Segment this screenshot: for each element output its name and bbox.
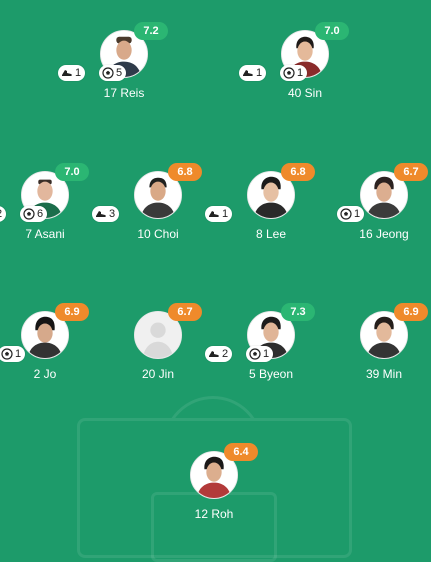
assists-badge: 1 [239, 65, 267, 81]
player-name: 10 Choi [137, 227, 179, 241]
assists-count: 1 [75, 67, 82, 79]
player-asani[interactable]: 7.0 2 6 7 Asani [0, 163, 100, 261]
player-byeon[interactable]: 7.3 2 1 5 Byeon [205, 303, 326, 401]
rating-badge: 7.2 [134, 22, 168, 40]
player-name: 8 Lee [255, 227, 287, 241]
rating-badge: 7.0 [315, 22, 349, 40]
boot-icon [243, 70, 253, 76]
player-sin[interactable]: 7.0 1 1 40 Sin [239, 22, 360, 120]
rating-badge: 6.8 [168, 163, 202, 181]
goals-count: 5 [116, 67, 123, 79]
assists-badge: 1 [58, 65, 86, 81]
boot-icon [96, 211, 106, 217]
football-icon [102, 67, 114, 79]
assists-count: 1 [256, 67, 263, 79]
assists-badge: 3 [92, 206, 120, 222]
assists-count: 2 [222, 348, 229, 360]
player-roh[interactable]: 6.4 12 Roh [159, 443, 269, 541]
player-jeong[interactable]: 6.7 1 16 Jeong [329, 163, 431, 261]
goals-count: 1 [354, 208, 361, 220]
goals-badge: 6 [20, 206, 48, 222]
goals-count: 1 [15, 348, 22, 360]
rating-badge: 6.8 [281, 163, 315, 181]
player-choi[interactable]: 6.8 3 10 Choi [92, 163, 213, 261]
player-name: 20 Jin [141, 367, 175, 381]
player-name: 17 Reis [103, 86, 145, 100]
rating-badge: 6.7 [394, 163, 428, 181]
player-jin[interactable]: 6.7 20 Jin [103, 303, 213, 401]
assists-badge: 1 [205, 206, 233, 222]
assists-count: 3 [109, 208, 116, 220]
player-name: 7 Asani [25, 227, 65, 241]
player-name: 16 Jeong [359, 227, 409, 241]
goals-badge: 1 [0, 346, 26, 362]
rating-badge: 7.0 [55, 163, 89, 181]
assists-badge: 2 [205, 346, 233, 362]
player-name: 39 Min [365, 367, 403, 381]
football-icon [249, 348, 261, 360]
rating-badge: 6.4 [224, 443, 258, 461]
assists-badge: 2 [0, 206, 7, 222]
goals-count: 1 [297, 67, 304, 79]
football-icon [23, 208, 35, 220]
boot-icon [209, 351, 219, 357]
player-name: 2 Jo [33, 367, 57, 381]
player-reis[interactable]: 7.2 1 5 17 Reis [58, 22, 179, 120]
player-name: 12 Roh [194, 507, 234, 521]
rating-badge: 6.9 [394, 303, 428, 321]
goals-badge: 1 [337, 206, 365, 222]
rating-badge: 6.9 [55, 303, 89, 321]
football-icon [340, 208, 352, 220]
rating-badge: 7.3 [281, 303, 315, 321]
goals-badge: 1 [246, 346, 274, 362]
goals-count: 1 [263, 348, 270, 360]
assists-count: 1 [222, 208, 229, 220]
boot-icon [62, 70, 72, 76]
goals-count: 6 [37, 208, 44, 220]
player-name: 40 Sin [287, 86, 323, 100]
football-icon [283, 67, 295, 79]
player-name: 5 Byeon [248, 367, 294, 381]
assists-count: 2 [0, 206, 2, 222]
goals-badge: 1 [280, 65, 308, 81]
football-icon [1, 348, 13, 360]
player-lee[interactable]: 6.8 1 8 Lee [205, 163, 326, 261]
rating-badge: 6.7 [168, 303, 202, 321]
boot-icon [209, 211, 219, 217]
goals-badge: 5 [99, 65, 127, 81]
player-jo[interactable]: 6.9 1 2 Jo [0, 303, 100, 401]
player-min[interactable]: 6.9 39 Min [329, 303, 431, 401]
